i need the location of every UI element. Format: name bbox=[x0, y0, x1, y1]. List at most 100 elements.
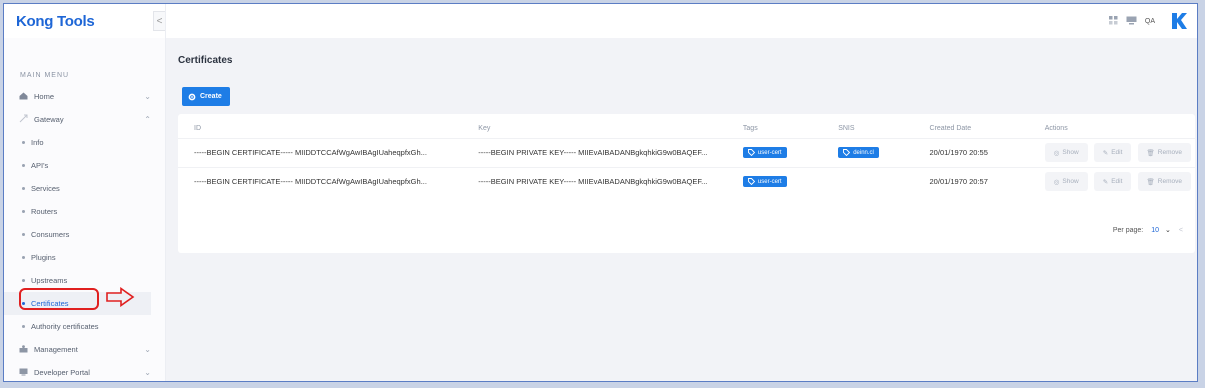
sidebar-item-developer-portal[interactable]: Developer Portal ⌄ bbox=[4, 361, 165, 381]
per-page-value: 10 bbox=[1151, 226, 1160, 234]
bullet-icon bbox=[22, 210, 25, 213]
bullet-icon bbox=[22, 187, 25, 190]
menu-title: MAIN MENU bbox=[20, 72, 70, 79]
create-button-label: Create bbox=[200, 93, 222, 100]
bullet-icon bbox=[22, 141, 25, 144]
edit-button[interactable]: ✎ Edit bbox=[1093, 172, 1132, 192]
monitor-icon[interactable] bbox=[1126, 16, 1137, 27]
main-content: Certificates Create ID Key Tags SNIS Cre… bbox=[178, 38, 1197, 381]
trash-icon: 🗑 bbox=[1146, 178, 1155, 186]
certificates-table: ID Key Tags SNIS Created Date Actions --… bbox=[178, 120, 1195, 196]
sidebar: Kong Tools < MAIN MENU Home ⌄ Gateway ⌃ … bbox=[4, 4, 166, 381]
cell-actions: ◎ Show ✎ Edit 🗑 Remove bbox=[1029, 138, 1195, 167]
sidebar-subitem-services[interactable]: Services bbox=[4, 177, 165, 200]
cell-created-date: 20/01/1970 20:57 bbox=[929, 177, 988, 187]
app-window: Kong Tools < MAIN MENU Home ⌄ Gateway ⌃ … bbox=[3, 3, 1198, 382]
sidebar-item-management[interactable]: Management ⌄ bbox=[4, 338, 165, 361]
column-header-snis: SNIS bbox=[838, 125, 855, 133]
tag-icon bbox=[747, 178, 755, 186]
user-label[interactable]: QA bbox=[1145, 18, 1155, 25]
table-row[interactable]: -----BEGIN CERTIFICATE----- MIIDDTCCAfWg… bbox=[178, 167, 1195, 196]
edit-label: Edit bbox=[1111, 178, 1123, 186]
bullet-icon bbox=[22, 256, 25, 259]
show-button[interactable]: ◎ Show bbox=[1044, 143, 1088, 162]
cell-tags: user-cert bbox=[727, 167, 822, 196]
cell-tags: user-cert bbox=[727, 138, 822, 167]
eye-icon: ◎ bbox=[1053, 149, 1060, 157]
sidebar-subitem-label: Plugins bbox=[31, 253, 56, 262]
per-page-select[interactable]: 10 ⌄ bbox=[1151, 226, 1171, 235]
sidebar-subitem-label: API's bbox=[31, 161, 49, 170]
per-page-label: Per page: bbox=[1112, 226, 1144, 234]
sidebar-item-label: Developer Portal bbox=[34, 368, 90, 377]
sidebar-subitem-label: Services bbox=[31, 184, 60, 193]
main-menu: Home ⌄ Gateway ⌃ Info API's Services Rou… bbox=[4, 85, 165, 381]
kong-tools-logo[interactable]: Kong Tools bbox=[16, 13, 95, 30]
home-icon bbox=[18, 92, 28, 102]
chevron-up-icon: ⌃ bbox=[144, 115, 151, 124]
annotation-arrow-icon bbox=[106, 287, 135, 307]
table-header-row: ID Key Tags SNIS Created Date Actions bbox=[178, 120, 1195, 138]
prev-page-button[interactable]: < bbox=[1179, 227, 1183, 234]
bullet-icon bbox=[22, 164, 25, 167]
logo-bar: Kong Tools < bbox=[4, 4, 165, 38]
column-header-created-date: Created Date bbox=[929, 125, 972, 133]
sidebar-item-label: Gateway bbox=[34, 115, 64, 124]
sidebar-subitem-authority-certificates[interactable]: Authority certificates bbox=[4, 315, 165, 338]
pencil-icon: ✎ bbox=[1102, 178, 1109, 186]
sidebar-subitem-label: Authority certificates bbox=[31, 322, 99, 331]
cell-key: -----BEGIN PRIVATE KEY----- MIIEvAIBADAN… bbox=[478, 177, 708, 187]
sidebar-item-home[interactable]: Home ⌄ bbox=[4, 85, 165, 108]
cell-snis: deinn.cl bbox=[822, 138, 913, 167]
show-button[interactable]: ◎ Show bbox=[1044, 172, 1088, 192]
column-header-key: Key bbox=[478, 125, 491, 133]
sidebar-subitem-apis[interactable]: API's bbox=[4, 154, 165, 177]
tag-icon bbox=[843, 149, 851, 156]
bullet-icon bbox=[22, 233, 25, 236]
remove-label: Remove bbox=[1157, 149, 1182, 156]
sni-badge[interactable]: deinn.cl bbox=[838, 147, 879, 158]
chevron-down-icon: ⌄ bbox=[144, 92, 151, 101]
tag-badge[interactable]: user-cert bbox=[742, 176, 787, 188]
tag-label: user-cert bbox=[757, 149, 782, 156]
sidebar-subitem-label: Routers bbox=[31, 207, 58, 216]
gateway-icon bbox=[18, 114, 28, 125]
sidebar-subitem-info[interactable]: Info bbox=[4, 131, 165, 154]
gear-icon bbox=[188, 93, 196, 100]
cell-snis bbox=[822, 167, 913, 196]
grid-icon[interactable] bbox=[1108, 15, 1118, 27]
chevron-down-icon: ⌄ bbox=[1165, 227, 1171, 234]
remove-button[interactable]: 🗑 Remove bbox=[1137, 172, 1191, 192]
chevron-down-icon: ⌄ bbox=[144, 368, 151, 377]
sidebar-subitem-label: Consumers bbox=[31, 230, 70, 239]
eye-icon: ◎ bbox=[1053, 178, 1060, 186]
show-label: Show bbox=[1062, 149, 1079, 156]
column-header-id: ID bbox=[194, 125, 201, 133]
management-icon bbox=[18, 344, 28, 355]
cell-created-date: 20/01/1970 20:55 bbox=[929, 148, 988, 157]
bullet-icon bbox=[22, 325, 25, 328]
sidebar-subitem-consumers[interactable]: Consumers bbox=[4, 223, 165, 246]
table-row[interactable]: -----BEGIN CERTIFICATE----- MIIDDTCCAfWg… bbox=[178, 138, 1195, 167]
sidebar-item-label: Home bbox=[34, 92, 55, 101]
sidebar-subitem-routers[interactable]: Routers bbox=[4, 200, 165, 223]
developer-portal-icon bbox=[18, 368, 28, 378]
tag-badge[interactable]: user-cert bbox=[742, 147, 787, 158]
remove-label: Remove bbox=[1157, 178, 1182, 186]
create-button[interactable]: Create bbox=[182, 87, 230, 106]
sidebar-item-gateway[interactable]: Gateway ⌃ bbox=[4, 108, 165, 131]
edit-button[interactable]: ✎ Edit bbox=[1093, 143, 1132, 162]
sidebar-collapse-button[interactable]: < bbox=[153, 11, 165, 31]
trash-icon: 🗑 bbox=[1146, 149, 1155, 157]
edit-label: Edit bbox=[1111, 149, 1123, 156]
cell-key: -----BEGIN PRIVATE KEY----- MIIEvAIBADAN… bbox=[478, 148, 708, 157]
remove-button[interactable]: 🗑 Remove bbox=[1137, 143, 1191, 162]
top-bar: QA bbox=[166, 4, 1197, 38]
certificates-card: ID Key Tags SNIS Created Date Actions --… bbox=[178, 114, 1195, 253]
sidebar-subitem-plugins[interactable]: Plugins bbox=[4, 246, 165, 269]
sidebar-subitem-label: Upstreams bbox=[31, 276, 68, 285]
kong-logo-icon[interactable] bbox=[1169, 11, 1189, 31]
bullet-icon bbox=[22, 279, 25, 282]
pencil-icon: ✎ bbox=[1102, 149, 1109, 157]
column-header-tags: Tags bbox=[742, 125, 758, 133]
